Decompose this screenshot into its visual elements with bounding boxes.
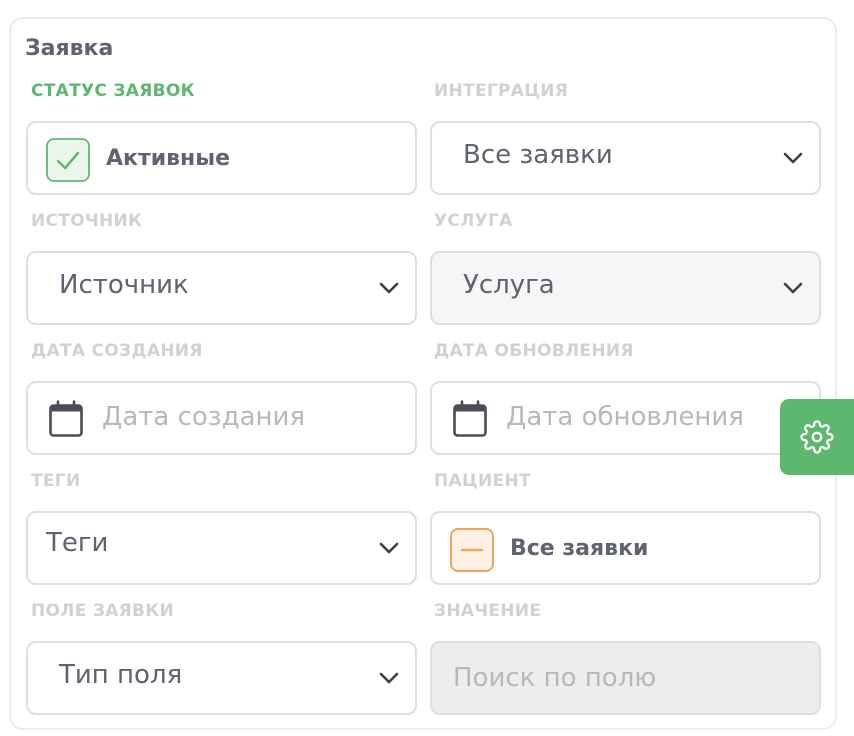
patient-label: ПАЦИЕНТ	[434, 471, 531, 491]
field-type-value: Тип поля	[59, 660, 183, 690]
updated-date-picker[interactable]: Дата обновления	[430, 381, 821, 455]
patient-checkbox-field[interactable]: Все заявки	[430, 511, 821, 585]
calendar-icon	[453, 400, 487, 437]
status-checkbox-field[interactable]: Активные	[26, 121, 417, 195]
chevron-down-icon	[379, 542, 399, 554]
field-search-input[interactable]: Поиск по полю	[430, 641, 821, 715]
updated-date-label: ДАТА ОБНОВЛЕНИЯ	[434, 341, 634, 361]
tags-value: Теги	[46, 528, 109, 558]
tags-label: ТЕГИ	[31, 471, 81, 491]
service-label: УСЛУГА	[434, 211, 513, 231]
field-search-placeholder: Поиск по полю	[453, 663, 657, 693]
field-type-select[interactable]: Тип поля	[26, 641, 417, 715]
created-date-placeholder: Дата создания	[102, 402, 306, 432]
chevron-down-icon	[379, 672, 399, 684]
created-date-label: ДАТА СОЗДАНИЯ	[31, 341, 203, 361]
source-value: Источник	[59, 270, 189, 300]
integration-label: ИНТЕГРАЦИЯ	[434, 81, 569, 101]
chevron-down-icon	[783, 282, 803, 294]
chevron-down-icon	[783, 152, 803, 164]
minus-icon	[460, 548, 484, 552]
gear-icon	[800, 420, 834, 454]
active-checkbox[interactable]	[46, 138, 90, 182]
tags-select[interactable]: Теги	[26, 511, 417, 585]
check-icon	[56, 151, 80, 170]
calendar-icon	[49, 400, 83, 437]
request-field-label: ПОЛЕ ЗАЯВКИ	[31, 601, 175, 621]
chevron-down-icon	[379, 282, 399, 294]
source-label: ИСТОЧНИК	[31, 211, 143, 231]
patient-checkbox[interactable]	[450, 528, 494, 572]
settings-button[interactable]	[780, 399, 854, 475]
source-select[interactable]: Источник	[26, 251, 417, 325]
integration-select[interactable]: Все заявки	[430, 121, 821, 195]
service-value: Услуга	[463, 270, 555, 300]
patient-checkbox-label: Все заявки	[510, 536, 649, 561]
status-label: СТАТУС ЗАЯВОК	[31, 81, 195, 101]
updated-date-placeholder: Дата обновления	[506, 402, 744, 432]
value-label: ЗНАЧЕНИЕ	[434, 601, 542, 621]
panel-title: Заявка	[25, 36, 114, 61]
active-checkbox-label: Активные	[106, 146, 231, 171]
integration-value: Все заявки	[463, 140, 613, 170]
created-date-picker[interactable]: Дата создания	[26, 381, 417, 455]
service-select[interactable]: Услуга	[430, 251, 821, 325]
